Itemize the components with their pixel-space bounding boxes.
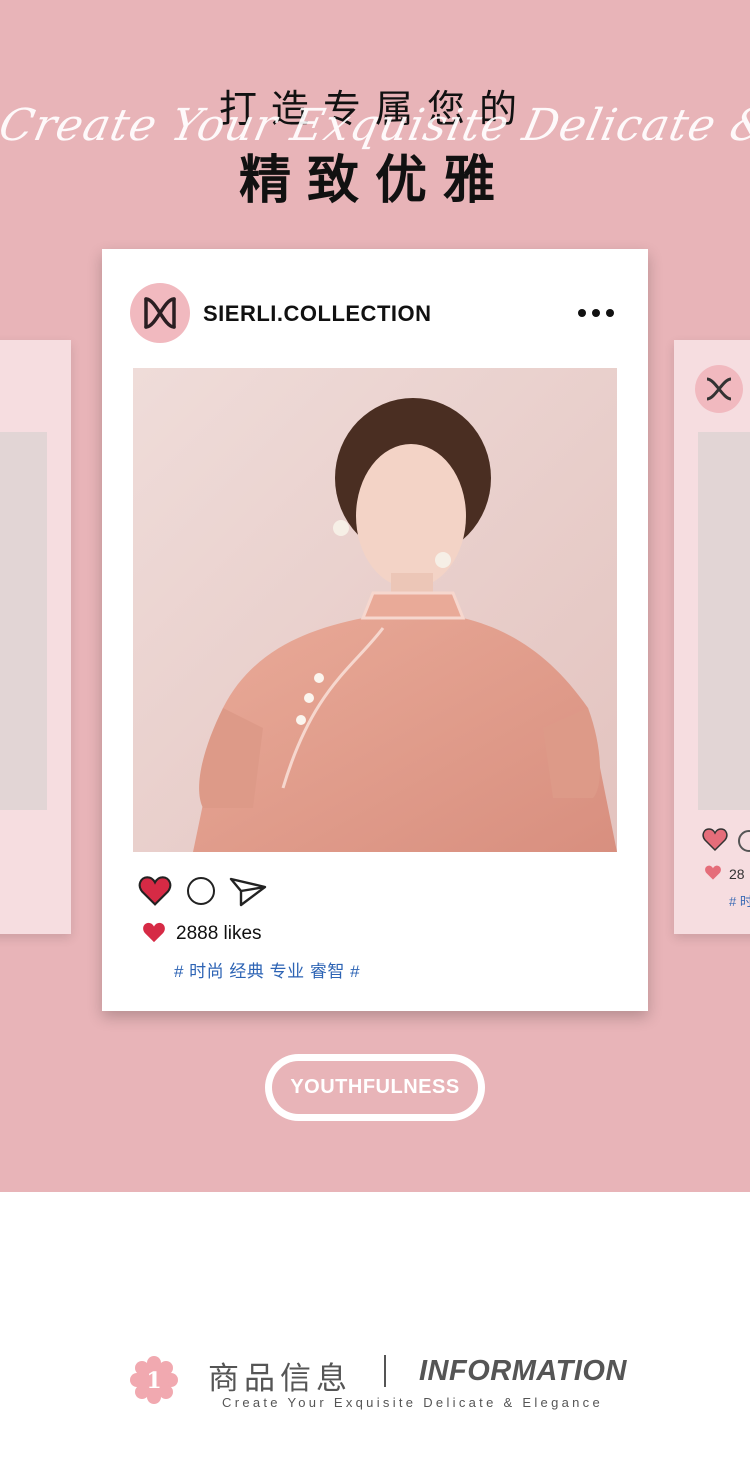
- side-card-image: [0, 432, 47, 810]
- info-separator: [384, 1355, 386, 1387]
- post-card: SIERLI.COLLECTION 2888 likes # 时尚 经典 专业 …: [102, 249, 648, 1011]
- side-card-avatar: [695, 365, 743, 413]
- heart-icon: [702, 828, 728, 852]
- hero-section: 打造专属您的 Create Your Exquisite Delicate & …: [0, 0, 750, 1192]
- side-card-left: [0, 340, 71, 934]
- flower-badge-icon: 1: [130, 1356, 178, 1404]
- heart-icon: [705, 865, 721, 880]
- comment-icon[interactable]: [187, 877, 215, 905]
- post-photo[interactable]: [133, 368, 617, 852]
- info-title-cn: 商品信息: [208, 1361, 352, 1397]
- avatar[interactable]: [130, 283, 190, 343]
- badge-number: 1: [146, 1368, 161, 1394]
- logo-icon: [144, 297, 176, 329]
- more-icon[interactable]: [576, 303, 616, 323]
- headline-main: 精致优雅: [238, 151, 511, 211]
- info-title-en: INFORMATION: [419, 1355, 627, 1387]
- youthfulness-label: YOUTHFULNESS: [272, 1061, 478, 1114]
- side-card-hashtag: # 时: [729, 894, 750, 909]
- heart-icon[interactable]: [138, 876, 172, 907]
- send-icon[interactable]: [229, 877, 267, 907]
- post-username[interactable]: SIERLI.COLLECTION: [203, 301, 432, 327]
- side-card-image: [698, 432, 750, 810]
- likes-count: 2888 likes: [176, 923, 262, 944]
- post-hashtags[interactable]: # 时尚 经典 专业 睿智 #: [174, 957, 360, 982]
- heart-icon: [143, 922, 165, 943]
- info-subtitle: Create Your Exquisite Delicate & Eleganc…: [222, 1395, 604, 1410]
- youthfulness-badge: YOUTHFULNESS: [265, 1054, 485, 1121]
- side-card-likes: 28: [729, 866, 745, 882]
- comment-icon: [738, 830, 750, 852]
- side-card-right: 28 # 时: [674, 340, 750, 934]
